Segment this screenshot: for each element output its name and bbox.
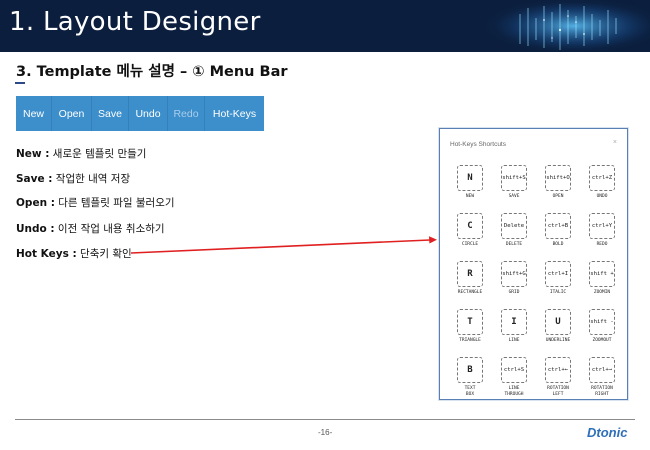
shortcut-label: ROTATION RIGHT bbox=[591, 386, 613, 397]
keycap: ctrl+Z bbox=[589, 165, 615, 191]
shortcut-item: T TRIANGLE bbox=[448, 309, 492, 353]
undo-button[interactable]: Undo bbox=[129, 96, 168, 131]
keycap: ctrl+B bbox=[545, 213, 571, 239]
keycap: Delete bbox=[501, 213, 527, 239]
redo-button[interactable]: Redo bbox=[168, 96, 205, 131]
shortcut-label: CIRCLE bbox=[461, 242, 479, 247]
shortcut-item: B TEXT BOX bbox=[448, 357, 492, 401]
keycap: shift+G bbox=[501, 261, 527, 287]
shortcut-item: ctrl+I ITALIC bbox=[536, 261, 580, 305]
shortcut-label: SAVE bbox=[508, 194, 520, 199]
shortcut-item: ctrl+← ROTATION LEFT bbox=[536, 357, 580, 401]
dtonic-logo: Dtonic bbox=[587, 425, 628, 440]
keycap: N bbox=[457, 165, 483, 191]
keycap: T bbox=[457, 309, 483, 335]
shortcut-label: RECTANGLE bbox=[457, 290, 483, 295]
shortcut-item: R RECTANGLE bbox=[448, 261, 492, 305]
desc-hot-keys: Hot Keys : 단축키 확인 bbox=[16, 248, 132, 260]
slide-title: 1. Layout Designer bbox=[9, 7, 261, 37]
shortcut-label: ZOOMOUT bbox=[592, 338, 612, 343]
keycap: I bbox=[501, 309, 527, 335]
keycap: shift+S bbox=[501, 165, 527, 191]
shortcut-item: Delete DELETE bbox=[492, 213, 536, 257]
close-icon[interactable]: × bbox=[613, 139, 617, 146]
shortcut-label: ITALIC bbox=[549, 290, 567, 295]
shortcut-item: ctrl+S LINE THROUGH bbox=[492, 357, 536, 401]
menu-bar: New Open Save Undo Redo Hot-Keys bbox=[16, 96, 264, 131]
shortcut-label: BOLD bbox=[552, 242, 564, 247]
shortcut-label: NEW bbox=[465, 194, 475, 199]
shortcut-label: ZOOMIN bbox=[593, 290, 611, 295]
banner-decoration bbox=[480, 0, 650, 52]
shortcut-item: ctrl+Z UNDO bbox=[580, 165, 624, 209]
header-banner: 1. Layout Designer bbox=[0, 0, 650, 52]
keycap: shift+O bbox=[545, 165, 571, 191]
desc-undo: Undo : 이전 작업 내용 취소하기 bbox=[16, 223, 165, 235]
shortcut-label: LINE THROUGH bbox=[504, 386, 524, 397]
shortcut-grid: N NEW shift+S SAVE shift+O OPEN ctrl+Z UNDO … bbox=[448, 165, 622, 401]
shortcut-label: DELETE bbox=[505, 242, 523, 247]
keycap: B bbox=[457, 357, 483, 383]
shortcut-label: OPEN bbox=[552, 194, 564, 199]
shortcut-label: TEXT BOX bbox=[464, 386, 476, 397]
shortcut-label: LINE bbox=[508, 338, 520, 343]
shortcut-item: ctrl+Y REDO bbox=[580, 213, 624, 257]
keycap: ctrl+← bbox=[545, 357, 571, 383]
shortcut-label: ROTATION LEFT bbox=[547, 386, 569, 397]
shortcut-item: shift+S SAVE bbox=[492, 165, 536, 209]
keycap: ctrl+S bbox=[501, 357, 527, 383]
shortcut-label: TRIANGLE bbox=[459, 338, 481, 343]
keycap: ctrl+→ bbox=[589, 357, 615, 383]
shortcut-label: UNDO bbox=[596, 194, 608, 199]
shortcut-label: UNDERLINE bbox=[545, 338, 571, 343]
keycap: R bbox=[457, 261, 483, 287]
desc-new: New : 새로운 템플릿 만들기 bbox=[16, 148, 147, 160]
heading-underline bbox=[15, 82, 25, 84]
keycap: C bbox=[457, 213, 483, 239]
shortcut-item: C CIRCLE bbox=[448, 213, 492, 257]
shortcut-item: shift+G GRID bbox=[492, 261, 536, 305]
shortcut-item: ctrl+→ ROTATION RIGHT bbox=[580, 357, 624, 401]
shortcut-item: I LINE bbox=[492, 309, 536, 353]
save-button[interactable]: Save bbox=[92, 96, 129, 131]
shortcut-item: U UNDERLINE bbox=[536, 309, 580, 353]
desc-save: Save : 작업한 내역 저장 bbox=[16, 173, 131, 185]
shortcut-item: shift + ZOOMIN bbox=[580, 261, 624, 305]
keycap: ctrl+Y bbox=[589, 213, 615, 239]
desc-open: Open : 다른 템플릿 파일 불러오기 bbox=[16, 197, 175, 209]
keycap: shift - bbox=[589, 309, 615, 335]
panel-title: Hot-Keys Shortcuts bbox=[450, 141, 506, 148]
page-number: -16- bbox=[318, 428, 333, 437]
hot-keys-button[interactable]: Hot-Keys bbox=[205, 96, 264, 131]
shortcut-item: shift+O OPEN bbox=[536, 165, 580, 209]
keycap: ctrl+I bbox=[545, 261, 571, 287]
shortcut-item: shift - ZOOMOUT bbox=[580, 309, 624, 353]
keycap: U bbox=[545, 309, 571, 335]
footer-divider bbox=[15, 419, 635, 420]
shortcut-label: GRID bbox=[508, 290, 520, 295]
new-button[interactable]: New bbox=[16, 96, 52, 131]
open-button[interactable]: Open bbox=[52, 96, 92, 131]
section-heading: 3. Template 메뉴 설명 – ① Menu Bar bbox=[16, 64, 288, 80]
shortcut-item: N NEW bbox=[448, 165, 492, 209]
shortcut-item: ctrl+B BOLD bbox=[536, 213, 580, 257]
keycap: shift + bbox=[589, 261, 615, 287]
hot-keys-shortcuts-panel: Hot-Keys Shortcuts × N NEW shift+S SAVE sh… bbox=[439, 128, 628, 400]
shortcut-label: REDO bbox=[596, 242, 608, 247]
